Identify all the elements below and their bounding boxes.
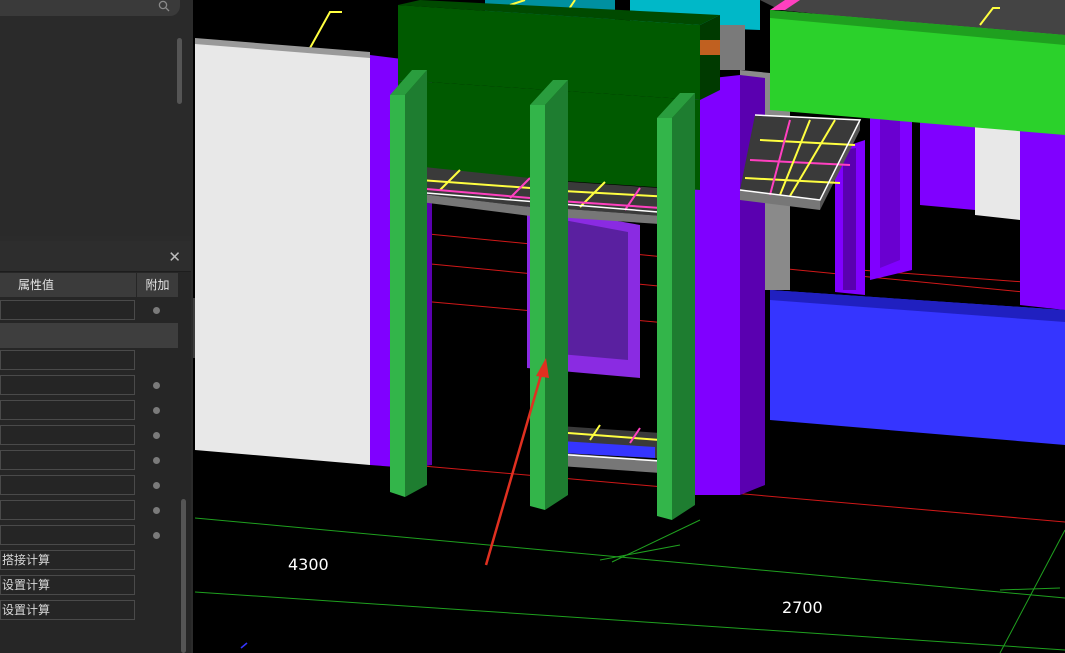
search-box[interactable] bbox=[0, 0, 180, 16]
attach-indicator-icon[interactable] bbox=[153, 457, 160, 464]
tree-pane bbox=[0, 0, 191, 236]
property-value-field[interactable]: 搭接计算 bbox=[0, 550, 135, 570]
3d-viewport[interactable]: 4300 2700 bbox=[195, 0, 1065, 653]
properties-scrollbar[interactable] bbox=[181, 499, 186, 653]
property-value-field[interactable] bbox=[0, 350, 135, 370]
property-value-field[interactable] bbox=[0, 525, 135, 545]
close-icon[interactable]: ✕ bbox=[168, 248, 181, 266]
property-value-field[interactable]: 设置计算 bbox=[0, 600, 135, 620]
properties-header: ✕ bbox=[0, 241, 191, 272]
property-row[interactable]: 设置计算 bbox=[0, 573, 178, 598]
attach-indicator-icon[interactable] bbox=[153, 407, 160, 414]
property-row[interactable] bbox=[0, 448, 178, 473]
property-row[interactable] bbox=[0, 323, 178, 348]
attach-indicator-icon[interactable] bbox=[153, 382, 160, 389]
dimension-label-2700: 2700 bbox=[782, 598, 823, 617]
dimension-label-4300: 4300 bbox=[288, 555, 329, 574]
property-row[interactable] bbox=[0, 298, 178, 323]
attach-indicator-icon[interactable] bbox=[153, 482, 160, 489]
attach-indicator-icon[interactable] bbox=[153, 307, 160, 314]
purple-wall-mid bbox=[695, 75, 740, 495]
property-value-field[interactable]: 设置计算 bbox=[0, 575, 135, 595]
column-header-value: 属性值 bbox=[0, 273, 136, 297]
property-value-field[interactable] bbox=[0, 375, 135, 395]
property-value-field[interactable] bbox=[0, 475, 135, 495]
property-row[interactable]: 搭接计算 bbox=[0, 548, 178, 573]
property-row[interactable] bbox=[0, 373, 178, 398]
attach-indicator-icon[interactable] bbox=[153, 507, 160, 514]
properties-pane: ✕ 属性值 附加 搭接计算 设置计算 设置计算 bbox=[0, 241, 191, 653]
property-row[interactable] bbox=[0, 398, 178, 423]
property-row[interactable] bbox=[0, 348, 178, 373]
wall-white-left bbox=[195, 40, 370, 465]
property-value-field[interactable] bbox=[0, 425, 135, 445]
property-value-field[interactable] bbox=[0, 450, 135, 470]
property-row[interactable] bbox=[0, 473, 178, 498]
attach-indicator-icon[interactable] bbox=[153, 432, 160, 439]
attach-indicator-icon[interactable] bbox=[153, 532, 160, 539]
column-header-extra: 附加 bbox=[137, 273, 178, 297]
property-value-field[interactable] bbox=[0, 400, 135, 420]
property-value-field[interactable] bbox=[0, 300, 135, 320]
property-row[interactable] bbox=[0, 423, 178, 448]
property-row[interactable] bbox=[0, 523, 178, 548]
property-row[interactable]: 设置计算 bbox=[0, 598, 178, 623]
search-icon[interactable] bbox=[158, 0, 170, 12]
left-panel: ✕ 属性值 附加 搭接计算 设置计算 设置计算 bbox=[0, 0, 193, 653]
tree-scrollbar[interactable] bbox=[177, 38, 182, 104]
purple-wall-right bbox=[920, 120, 975, 210]
property-row[interactable] bbox=[0, 498, 178, 523]
property-value-field[interactable] bbox=[0, 500, 135, 520]
